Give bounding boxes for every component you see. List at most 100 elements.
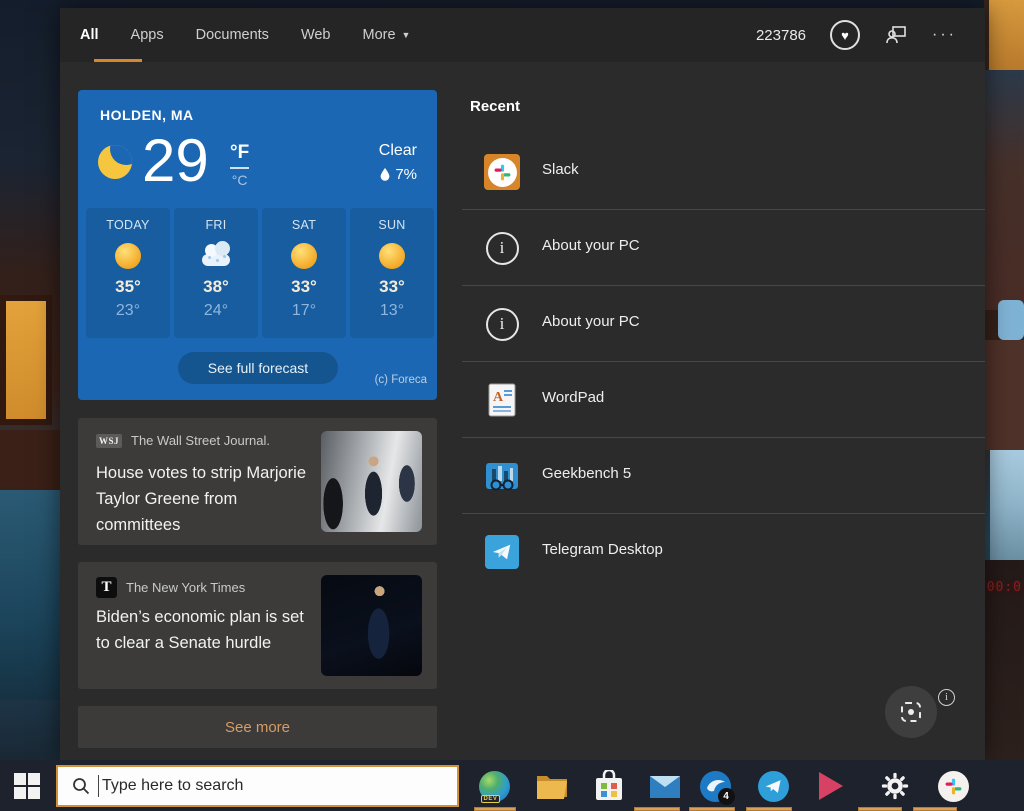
news-headline: House votes to strip Marjorie Taylor Gre… [96, 460, 314, 538]
taskbar-store-button[interactable] [592, 769, 626, 803]
running-indicator-telegram [746, 807, 792, 811]
taskbar-thunderbird-button[interactable]: 4 [698, 769, 732, 803]
tab-all-label: All [80, 27, 99, 43]
thunderbird-icon: 4 [700, 771, 731, 802]
capture-info-button[interactable]: i [938, 689, 955, 706]
taskbar-slack-button[interactable] [936, 769, 970, 803]
moon-icon [98, 145, 132, 179]
running-indicator-edge [474, 807, 516, 811]
wallpaper-column-right [984, 340, 1024, 450]
tab-more[interactable]: More ▼ [363, 8, 411, 62]
windows-logo-icon [14, 773, 26, 785]
forecast-day: SAT [262, 218, 346, 232]
weather-temperature: 29 [142, 126, 209, 195]
wallpaper-beam-left [0, 430, 60, 490]
taskbar-telegram-button[interactable] [756, 769, 790, 803]
wallpaper-led-clock: 00:0 [987, 580, 1022, 595]
search-tabs: All Apps Documents Web More ▼ [80, 8, 410, 62]
recent-item-label: WordPad [542, 389, 604, 406]
tab-documents[interactable]: Documents [196, 8, 269, 62]
screenshot-icon [901, 702, 921, 722]
taskbar-settings-button[interactable] [878, 769, 912, 803]
taskbar-edge-dev-button[interactable]: DEV [477, 769, 511, 803]
forecast-tile-sun: SUN 33° 13° [350, 208, 434, 338]
sun-icon [115, 243, 141, 269]
chevron-down-icon: ▼ [402, 30, 411, 40]
start-button[interactable] [14, 773, 40, 799]
wordpad-icon: A [487, 383, 517, 417]
see-full-forecast-button[interactable]: See full forecast [178, 352, 338, 384]
unread-count-badge: 4 [718, 788, 735, 805]
search-tabbar: All Apps Documents Web More ▼ 223786 [60, 8, 985, 62]
tab-web-label: Web [301, 27, 331, 43]
tab-web[interactable]: Web [301, 8, 331, 62]
wallpaper-window-light-right [984, 0, 1024, 70]
forecast-tile-fri: FRI 38° 24° [174, 208, 258, 338]
file-explorer-icon [536, 772, 568, 800]
weather-card[interactable]: HOLDEN, MA 29 °F °C Clear 7% TODAY [78, 90, 437, 400]
slack-icon [484, 154, 520, 190]
wallpaper-window-right [990, 450, 1024, 560]
see-more-button[interactable]: See more [78, 706, 437, 748]
recent-item-about-pc-2[interactable]: i About your PC [462, 286, 985, 362]
recent-item-wordpad[interactable]: A WordPad [462, 362, 985, 438]
forecast-high: 33° [350, 277, 434, 297]
tab-apps-label: Apps [131, 27, 164, 43]
rewards-heart-button[interactable]: ♥ [830, 20, 860, 50]
ellipsis-icon: ··· [932, 26, 957, 44]
forecast-high: 35° [86, 277, 170, 297]
wallpaper-pipes-right [984, 70, 1024, 310]
running-indicator-slack [913, 807, 957, 811]
recent-item-geekbench[interactable]: Geekbench 5 [462, 438, 985, 514]
recent-item-label: Slack [542, 161, 579, 178]
precip-value: 7% [395, 166, 417, 183]
unit-fahrenheit[interactable]: °F [230, 142, 249, 169]
forecast-day: FRI [174, 218, 258, 232]
forecast-low: 13° [350, 302, 434, 320]
recent-item-label: Telegram Desktop [542, 541, 663, 558]
recent-item-about-pc-1[interactable]: i About your PC [462, 210, 985, 286]
forecast-day: TODAY [86, 218, 170, 232]
weather-unit-toggle[interactable]: °F °C [230, 142, 249, 188]
tab-more-label: More [363, 27, 396, 43]
taskbar: DEV [0, 760, 1024, 811]
screen-capture-button[interactable] [885, 686, 937, 738]
recent-item-telegram[interactable]: Telegram Desktop [462, 514, 985, 590]
wallpaper-sky-patch-right [998, 300, 1024, 340]
feedback-person-icon [884, 23, 908, 47]
news-card-nyt[interactable]: T The New York Times Biden’s economic pl… [78, 562, 437, 689]
recent-heading: Recent [470, 98, 520, 115]
tab-apps[interactable]: Apps [131, 8, 164, 62]
taskbar-file-explorer-button[interactable] [535, 769, 569, 803]
news-card-wsj[interactable]: WSJ The Wall Street Journal. House votes… [78, 418, 437, 545]
recent-item-label: Geekbench 5 [542, 465, 631, 482]
recent-item-label: About your PC [542, 237, 640, 254]
news-source: The Wall Street Journal. [131, 433, 270, 448]
unit-celsius[interactable]: °C [230, 172, 249, 188]
news-thumbnail [321, 431, 422, 532]
news-source: The New York Times [126, 580, 245, 595]
taskbar-mail-button[interactable] [648, 769, 682, 803]
info-icon: i [486, 308, 519, 341]
taskbar-search-box[interactable] [56, 765, 459, 807]
nyt-logo-icon: T [96, 577, 117, 598]
forecast-high: 38° [174, 277, 258, 297]
taskbar-media-player-button[interactable] [814, 769, 848, 803]
recent-item-slack[interactable]: Slack [462, 134, 985, 210]
more-options-button[interactable]: ··· [932, 26, 957, 44]
search-input[interactable] [102, 777, 402, 795]
geekbench-icon [485, 459, 519, 493]
forecast-low: 17° [262, 302, 346, 320]
forecast-tile-today: TODAY 35° 23° [86, 208, 170, 338]
slack-icon [938, 771, 969, 802]
heart-icon: ♥ [841, 28, 849, 43]
news-thumbnail [321, 575, 422, 676]
feedback-button[interactable] [884, 23, 908, 47]
tabbar-right-controls: 223786 ♥ ··· [756, 8, 957, 62]
forecast-row: TODAY 35° 23° FRI 38° [86, 208, 434, 338]
rewards-counter: 223786 [756, 27, 806, 44]
news-source-row: WSJ The Wall Street Journal. [96, 433, 270, 448]
tab-all[interactable]: All [80, 8, 99, 62]
text-caret [98, 775, 99, 797]
microsoft-store-icon [594, 770, 624, 802]
